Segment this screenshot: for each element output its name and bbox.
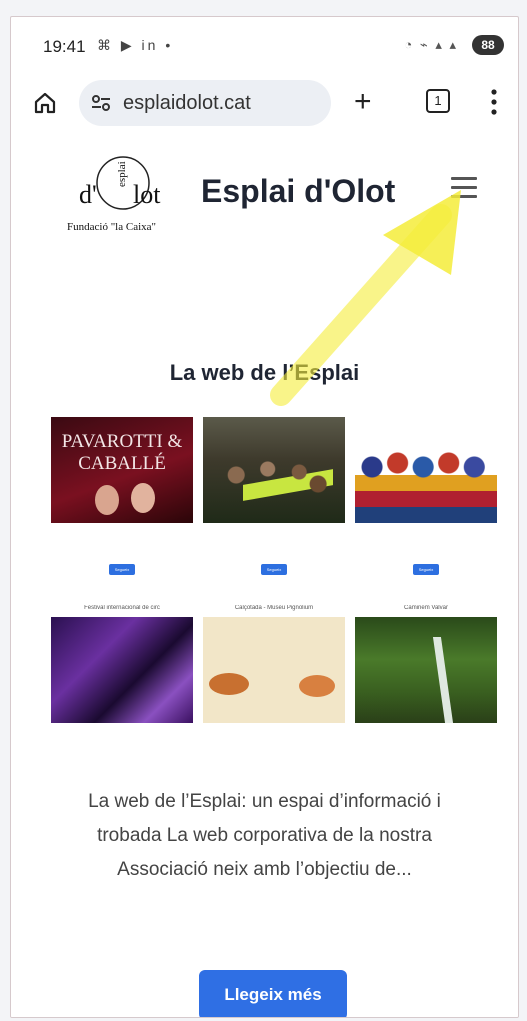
hamburger-menu-icon[interactable] (451, 177, 477, 199)
post-card[interactable]: Caminem Valvar (355, 605, 497, 729)
network-icons: ◔ ⌁ ▴ ▴ (404, 37, 458, 52)
read-more-button[interactable]: Segueix llegint (109, 564, 135, 583)
thumbnail-waterfall (432, 637, 454, 723)
card-thumbnail[interactable] (203, 617, 345, 723)
card-thumbnail[interactable] (203, 417, 345, 523)
section-title: La web de l’Esplai (169, 360, 360, 385)
post-card[interactable]: Calçotada - Museu Pignolium (203, 605, 345, 729)
site-logo[interactable]: d' esplai lot Fundació "la Caixa" (63, 153, 183, 247)
card-excerpt (203, 531, 345, 558)
card-thumbnail[interactable] (51, 617, 193, 723)
card-thumbnail[interactable]: PAVAROTTI & CABALLÉ (51, 417, 193, 523)
thumbnail-food-2 (299, 675, 335, 697)
site-settings-icon[interactable] (91, 93, 111, 113)
thumbnail-people (211, 451, 337, 511)
card-heading: Caminem Valvar (404, 605, 448, 611)
post-card[interactable]: Festival internacional de circ (51, 605, 193, 729)
url-text[interactable]: esplaidolot.cat (123, 92, 251, 115)
card-excerpt (51, 531, 193, 558)
home-icon[interactable] (33, 91, 57, 115)
svg-text:lot: lot (133, 180, 161, 209)
clock: 19:41 (43, 37, 86, 56)
site-title[interactable]: Esplai d'Olot (201, 173, 395, 210)
phone-screen: 19:41 ⌘ ▶ in • ◔ ⌁ ▴ ▴ 88 esplaidolot.ca… (10, 16, 519, 1018)
thumbnail-title: PAVAROTTI & CABALLÉ (61, 431, 183, 474)
thumbnail-face-2 (131, 483, 155, 513)
thumbnail-food-1 (209, 673, 249, 695)
card-thumbnail[interactable] (355, 617, 497, 723)
status-bar: 19:41 ⌘ ▶ in • ◔ ⌁ ▴ ▴ 88 (11, 17, 518, 75)
battery-icon: 88 (472, 35, 504, 55)
post-card[interactable]: PAVAROTTI & CABALLÉ Segueix llegint (51, 405, 193, 583)
post-card[interactable]: Segueix llegint (203, 405, 345, 583)
page-content: d' esplai lot Fundació "la Caixa" Esplai… (11, 135, 518, 1017)
svg-text:d': d' (79, 180, 97, 209)
card-heading: Calçotada - Museu Pignolium (234, 605, 314, 611)
new-tab-icon[interactable]: + (354, 87, 372, 117)
thumbnail-face-1 (95, 485, 119, 515)
read-more-button[interactable]: Segueix llegint (413, 564, 439, 583)
more-menu-icon[interactable] (491, 89, 497, 115)
read-more-button[interactable]: Segueix llegint (261, 564, 287, 583)
card-heading (203, 405, 345, 417)
logo-caption: Fundació "la Caixa" (67, 221, 157, 233)
card-heading: Festival internacional de circ (84, 605, 160, 611)
card-excerpt (355, 531, 497, 558)
post-card[interactable]: Segueix llegint (355, 405, 497, 583)
address-bar[interactable]: esplaidolot.cat (79, 80, 331, 126)
read-more-cta-button[interactable]: Llegeix més (199, 970, 347, 1017)
card-heading (51, 405, 193, 417)
notification-icons: ⌘ ▶ in • (97, 37, 174, 53)
card-heading (355, 405, 497, 417)
thumbnail-figures (355, 443, 497, 523)
browser-toolbar: esplaidolot.cat + 1 (11, 75, 518, 133)
svg-text:esplai: esplai (116, 161, 128, 187)
card-thumbnail[interactable] (355, 417, 497, 523)
logo-mark: d' esplai lot (79, 156, 161, 210)
summary-text: La web de l’Esplai: un espai d’informaci… (88, 791, 441, 880)
tab-switcher-icon[interactable]: 1 (426, 89, 450, 113)
